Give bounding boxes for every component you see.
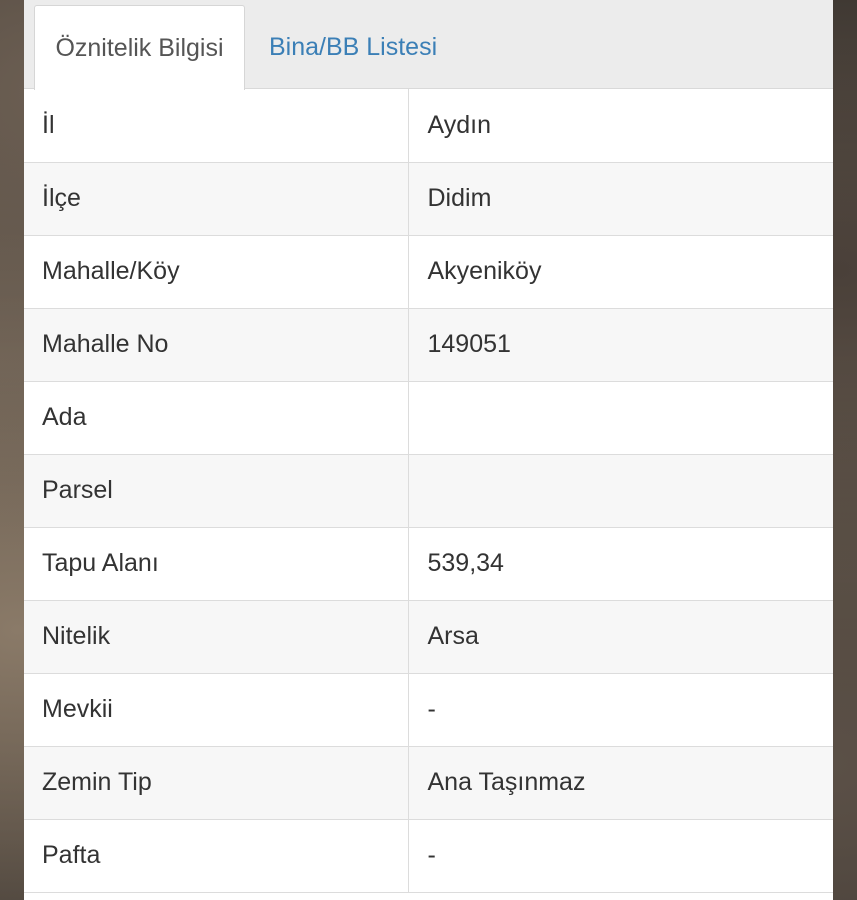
tab-building-list[interactable]: Bina/BB Listesi — [269, 5, 437, 89]
row-label: İlçe — [24, 162, 408, 236]
table-row: Tapu Alanı 539,34 — [24, 527, 833, 601]
row-label: Nitelik — [24, 600, 408, 674]
row-value: 149051 — [407, 308, 833, 382]
row-value: Akyeniköy — [407, 235, 833, 309]
table-row: İlçe Didim — [24, 162, 833, 236]
row-value — [407, 454, 833, 528]
row-value: - — [407, 673, 833, 747]
attribute-panel: Öznitelik Bilgisi Bina/BB Listesi İl Ayd… — [24, 0, 833, 900]
row-label: Parsel — [24, 454, 408, 528]
table-row: Mevkii - — [24, 673, 833, 747]
row-label: Mahalle/Köy — [24, 235, 408, 309]
tab-bar: Öznitelik Bilgisi Bina/BB Listesi — [24, 0, 833, 90]
attribute-table: İl Aydın İlçe Didim Mahalle/Köy Akyenikö… — [24, 89, 833, 893]
table-row: Mahalle No 149051 — [24, 308, 833, 382]
row-value: Ana Taşınmaz — [407, 746, 833, 820]
row-label: Mahalle No — [24, 308, 408, 382]
row-value: Arsa — [407, 600, 833, 674]
row-value: 539,34 — [407, 527, 833, 601]
row-label: Pafta — [24, 819, 408, 893]
row-label: Zemin Tip — [24, 746, 408, 820]
table-row: Parsel — [24, 454, 833, 528]
table-row: Pafta - — [24, 819, 833, 893]
table-row: Mahalle/Köy Akyeniköy — [24, 235, 833, 309]
table-row: Ada — [24, 381, 833, 455]
row-value: Didim — [407, 162, 833, 236]
row-value — [407, 381, 833, 455]
table-row: İl Aydın — [24, 89, 833, 163]
tab-building-list-label: Bina/BB Listesi — [269, 32, 438, 61]
row-value: Aydın — [407, 89, 833, 163]
row-label: Ada — [24, 381, 408, 455]
row-value: - — [407, 819, 833, 893]
row-label: İl — [24, 89, 408, 163]
tab-attribute-info[interactable]: Öznitelik Bilgisi — [34, 5, 245, 90]
table-row: Nitelik Arsa — [24, 600, 833, 674]
table-row: Zemin Tip Ana Taşınmaz — [24, 746, 833, 820]
row-label: Mevkii — [24, 673, 408, 747]
tab-attribute-info-label: Öznitelik Bilgisi — [55, 33, 224, 62]
row-label: Tapu Alanı — [24, 527, 408, 601]
